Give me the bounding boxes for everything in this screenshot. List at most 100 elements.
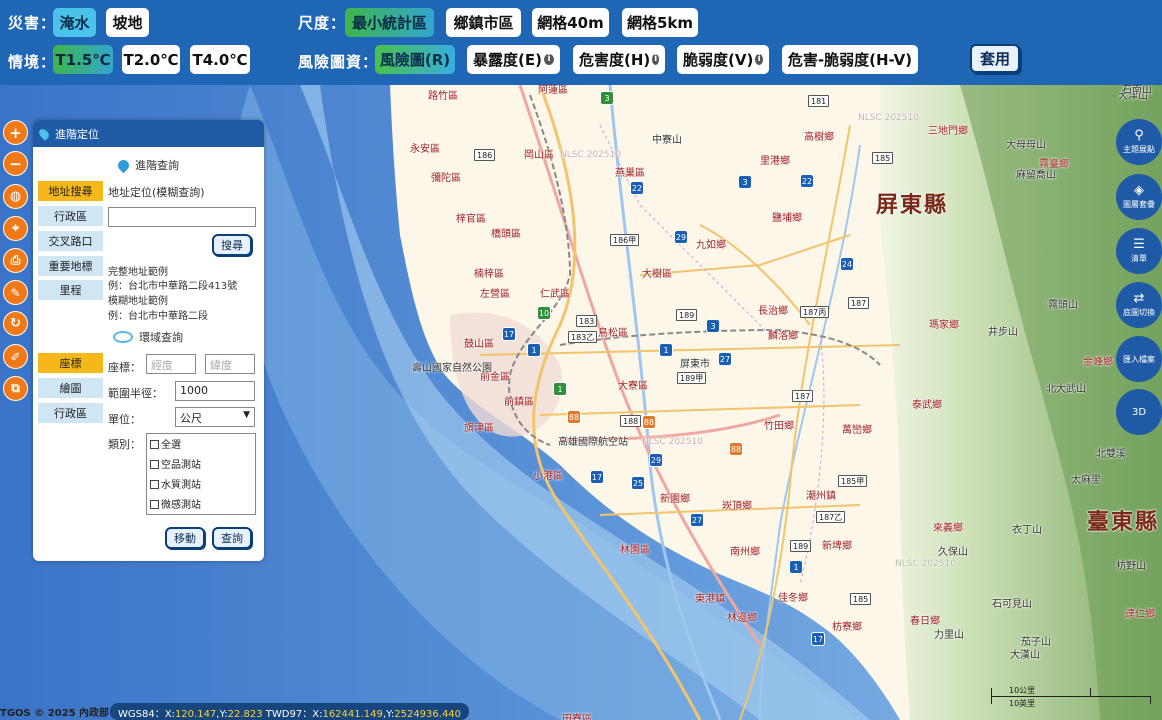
advanced-location-panel: 進階定位 進階查詢 地址搜尋 行政區 交叉路口 重要地標 里程 地址定位(模糊查… [33,120,264,561]
place-label: 衣丁山 [1012,525,1042,536]
wgs-y-value: 22.823 [227,709,263,720]
risk-option-hazard-vulnerability[interactable]: 危害-脆弱度(H-V) [782,45,918,74]
measure-icon[interactable]: ✎ [3,280,28,305]
scale-option-min-stat[interactable]: 最小統計區 [345,8,434,37]
category-label-air: 空品測站 [161,460,201,471]
tab-intersection[interactable]: 交叉路口 [38,231,103,251]
route-shield: 186甲 [610,234,640,246]
category-item[interactable]: 水質測站 [150,476,252,496]
category-label: 類別： [108,438,141,451]
tab-env-district[interactable]: 行政區 [38,403,103,423]
place-label: 長治鄉 [758,306,788,317]
scenario-option-t40[interactable]: T4.0℃ [190,45,250,74]
risk-option-exposure[interactable]: 暴露度(E) i [467,45,560,74]
place-label: 萬巒鄉 [842,425,872,436]
category-item[interactable]: 空品測站 [150,456,252,476]
zoom-in-icon[interactable]: + [3,120,28,145]
scenario-option-t15[interactable]: T1.5℃ [53,45,113,74]
place-label: 新園鄉 [660,494,690,505]
layers-swap-icon[interactable]: ⧉ [3,376,28,401]
tab-address-search[interactable]: 地址搜尋 [38,181,103,201]
theme-points-button[interactable]: ⚲ 主題展點 [1116,119,1162,165]
place-label: 大樹區 [642,269,672,280]
place-label: 潮州鎮 [806,491,836,502]
scale-option-township[interactable]: 鄉鎮市區 [446,8,521,37]
risk-option-hazard-label: 危害度(H) [579,51,651,69]
route-shield: 25 [631,476,645,490]
place-label: 大漢山 [1010,650,1040,661]
risk-option-hazard[interactable]: 危害度(H) i [573,45,665,74]
place-label: 太麻里 [1071,475,1101,486]
draw-icon[interactable]: ✐ [3,344,28,369]
disaster-option-flood[interactable]: 淹水 [53,8,96,37]
route-shield: 24 [840,257,854,271]
scenario-option-t20[interactable]: T2.0℃ [122,45,180,74]
info-icon[interactable]: i [755,54,763,65]
place-label: 鳥松區 [598,328,628,339]
layer-overlay-button[interactable]: ◈ 圖層套疊 [1116,174,1162,220]
info-icon[interactable]: i [652,54,659,65]
route-shield: 185 [850,593,872,605]
tab-mileage[interactable]: 里程 [38,280,103,300]
wgs-prefix: WGS84：X: [118,709,175,720]
move-button[interactable]: 移動 [165,527,205,549]
import-file-button[interactable]: 匯入檔案 [1116,336,1162,382]
env-section-title: 環域查詢 [113,329,183,345]
risk-option-risk[interactable]: 風險圖(R) [375,45,455,74]
checkbox-icon[interactable] [150,480,159,489]
route-shield: 187丙 [800,306,830,318]
place-label: 井步山 [988,327,1018,338]
radius-icon [113,331,133,343]
category-list: 全選 空品測站 水質測站 微感測站 [146,433,256,515]
scale-option-grid40m[interactable]: 網格40m [532,8,609,37]
checkbox-icon[interactable] [150,500,159,509]
longitude-input[interactable]: 經度 [146,354,196,374]
checkbox-icon[interactable] [150,440,159,449]
route-shield: 185甲 [838,475,868,487]
category-item[interactable]: 全選 [150,436,252,456]
place-label: 林園區 [620,545,650,556]
latitude-input[interactable]: 緯度 [205,354,255,374]
place-label: 岡山區 [524,150,554,161]
basemap-switch-button[interactable]: ⇄ 底圖切換 [1116,282,1162,328]
refresh-icon[interactable]: ↻ [3,311,28,336]
tab-landmark[interactable]: 重要地標 [38,256,103,276]
place-label: 麟洛鄉 [768,331,798,342]
locate-icon[interactable]: ⌖ [3,216,28,241]
list-button[interactable]: ☰ 清單 [1116,228,1162,274]
tab-coordinate[interactable]: 座標 [38,353,103,373]
risk-label: 風險圖資： [298,53,379,71]
list-label: 清單 [1131,254,1147,263]
globe-icon[interactable]: ◍ [3,184,28,209]
place-label: 泰武鄉 [912,400,942,411]
address-input[interactable] [108,207,256,227]
info-icon[interactable]: i [543,54,554,65]
checkbox-icon[interactable] [150,460,159,469]
route-shield: 3 [738,175,752,189]
print-icon[interactable]: ⎙ [3,248,28,273]
county-label-pingtung: 屏東縣 [876,193,949,218]
place-label: 來義鄉 [933,523,963,534]
route-shield: 1 [789,560,803,574]
place-label: 阿蓮區 [538,85,568,96]
address-section-label: 進階查詢 [135,159,179,172]
scale-option-grid5km[interactable]: 網格5km [622,8,698,37]
search-button[interactable]: 搜尋 [212,234,252,256]
map-watermark: NLSC 202510 [642,437,703,447]
radius-input[interactable]: 1000 [175,381,255,401]
apply-button[interactable]: 套用 [970,44,1020,73]
route-shield: 10 [537,306,551,320]
tab-draw[interactable]: 繪圖 [38,378,103,398]
query-button[interactable]: 查詢 [212,527,252,549]
disaster-option-slope[interactable]: 坡地 [106,8,149,37]
zoom-out-icon[interactable]: − [3,151,28,176]
import-file-label: 匯入檔案 [1123,354,1155,364]
category-label-micro: 微感測站 [161,500,201,511]
theme-icon: ⚲ [1134,128,1144,143]
risk-option-vulnerability[interactable]: 脆弱度(V) i [677,45,769,74]
tab-district[interactable]: 行政區 [38,206,103,226]
unit-select[interactable]: 公尺 ▼ [175,407,255,427]
category-item[interactable]: 微感測站 [150,496,252,516]
3d-button[interactable]: 3D [1116,389,1162,435]
place-label: 麻留喬山 [1016,170,1056,181]
